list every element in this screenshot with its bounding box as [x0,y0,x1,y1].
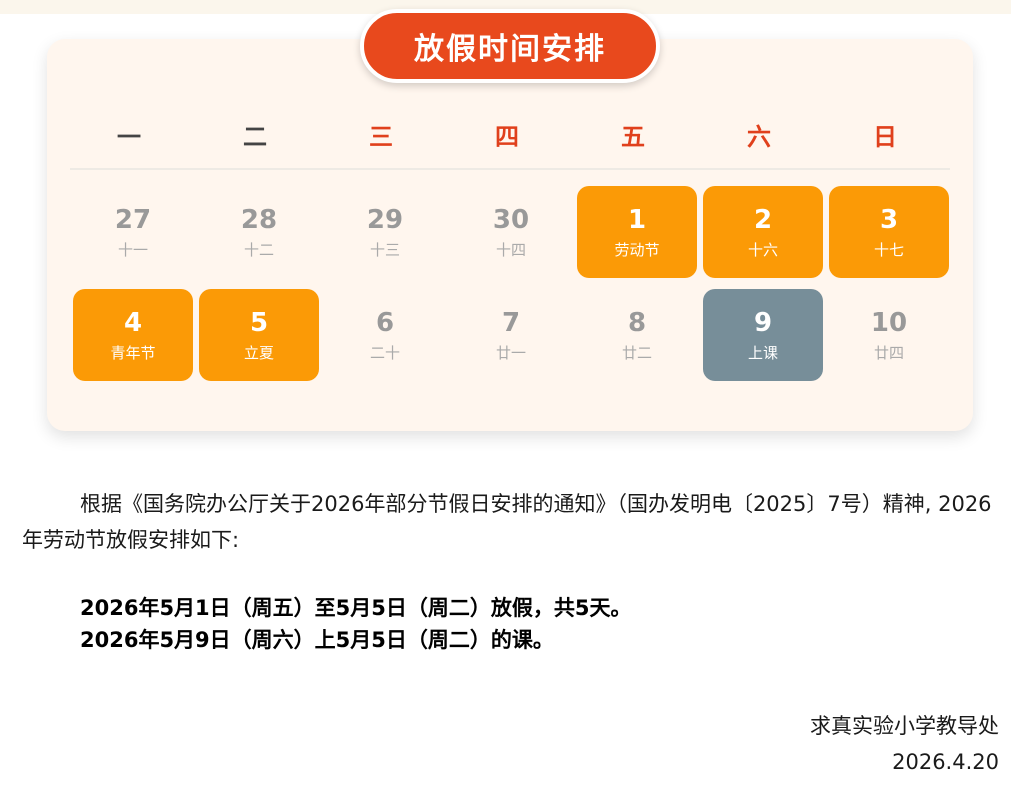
day-label: 十六 [747,241,778,259]
day-number: 28 [240,205,278,235]
header-divider [70,168,950,170]
holiday-dates-line: 2026年5月1日（周五）至5月5日（周二）放假，共5天。 [80,596,632,620]
calendar-day: 4 青年节 [73,289,193,381]
day-number: 1 [627,205,647,235]
day-label: 十七 [873,241,904,259]
calendar-day: 29 十三 [325,186,445,278]
day-number: 6 [375,308,395,338]
calendar-day: 8 廿二 [577,289,697,381]
day-number: 5 [249,308,269,338]
calendar-day: 28 十二 [199,186,319,278]
day-number: 30 [492,205,530,235]
day-number: 10 [870,308,908,338]
calendar-day: 30 十四 [451,186,571,278]
issue-date: 2026.4.20 [892,750,999,774]
weekday-fri: 五 [621,122,645,151]
calendar-day: 3 十七 [829,186,949,278]
day-number: 9 [753,308,773,338]
weekday-thu: 四 [495,122,519,151]
day-label: 十三 [369,241,400,259]
day-label: 十二 [243,241,274,259]
day-label: 青年节 [110,344,156,362]
day-number: 29 [366,205,404,235]
weekday-wed: 三 [369,122,393,151]
calendar-day: 5 立夏 [199,289,319,381]
day-label: 立夏 [243,344,274,362]
weekday-sun: 日 [873,122,897,151]
weekday-tue: 二 [243,122,267,151]
issuer-signature: 求真实验小学教导处 [810,714,999,738]
day-label: 二十 [369,344,400,362]
calendar-day: 10 廿四 [829,289,949,381]
notice-paragraph: 根据《国务院办公厅关于2026年部分节假日安排的通知》（国办发明电〔2025〕7… [22,492,992,552]
day-label: 上课 [747,344,778,362]
day-label: 廿四 [873,344,904,362]
weekday-header-row: 一 二 三 四 五 六 日 [70,112,950,156]
day-number: 2 [753,205,773,235]
day-label: 廿一 [495,344,526,362]
day-number: 27 [114,205,152,235]
day-number: 8 [627,308,647,338]
day-label: 十四 [495,241,526,259]
day-number: 7 [501,308,521,338]
calendar-day: 7 廿一 [451,289,571,381]
weekday-sat: 六 [747,122,771,151]
calendar-day: 2 十六 [703,186,823,278]
calendar-day: 27 十一 [73,186,193,278]
notice-page: 放假时间安排 一 二 三 四 五 六 日 27 十一 28 十二 29 十三 3… [0,0,1011,790]
day-number: 4 [123,308,143,338]
weekday-mon: 一 [117,122,141,151]
calendar-day: 9 上课 [703,289,823,381]
day-label: 廿二 [621,344,652,362]
makeup-class-line: 2026年5月9日（周六）上5月5日（周二）的课。 [80,628,554,652]
day-number: 3 [879,205,899,235]
calendar-day: 1 劳动节 [577,186,697,278]
calendar-day: 6 二十 [325,289,445,381]
day-label: 劳动节 [614,241,660,259]
day-label: 十一 [117,241,148,259]
title-banner: 放假时间安排 [360,9,660,83]
